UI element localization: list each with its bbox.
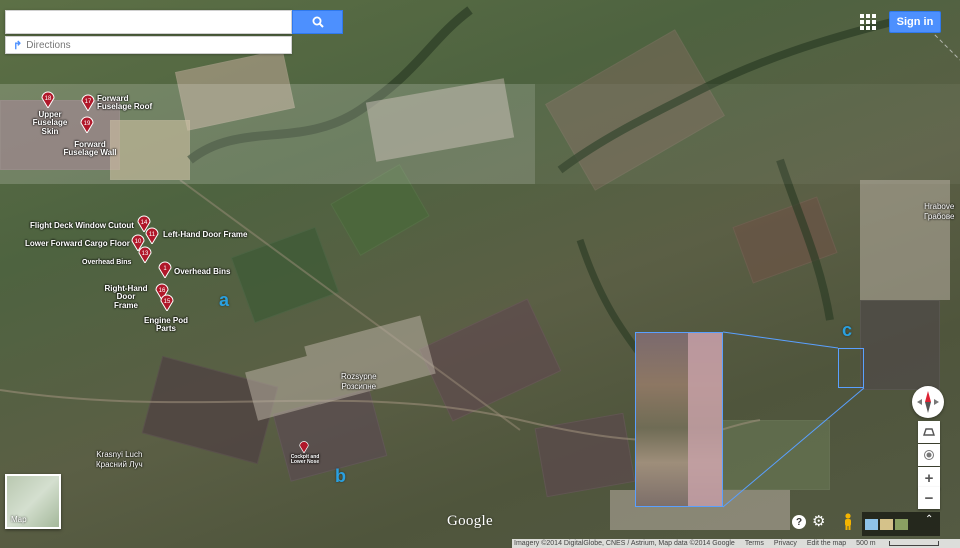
terrain-features	[0, 6, 960, 530]
search-button[interactable]	[292, 10, 343, 34]
my-location-icon	[924, 450, 934, 460]
svg-text:17: 17	[85, 99, 92, 105]
imagery-attribution: Imagery ©2014 DigitalGlobe, CNES / Astri…	[514, 540, 735, 547]
directions-label: Directions	[26, 39, 71, 51]
zoom-in-button[interactable]: +	[918, 467, 940, 489]
google-logo: Google	[447, 513, 493, 529]
scale-label: 500 m	[856, 540, 876, 547]
svg-text:11: 11	[149, 232, 156, 238]
satellite-map[interactable]: 18 17 19 14 11 10 13 1 16 15 Upper Fusel…	[0, 0, 960, 548]
privacy-link[interactable]: Privacy	[774, 540, 797, 547]
debris-pin[interactable]: 13	[138, 245, 152, 264]
inset-road	[688, 333, 722, 506]
label-right-hand-door: Right-Hand Door Frame	[104, 284, 148, 310]
zoom-out-button[interactable]: −	[918, 487, 940, 509]
imagery-band	[535, 84, 960, 184]
my-location-button[interactable]	[918, 444, 940, 466]
svg-text:18: 18	[45, 96, 52, 102]
label-forward-fuselage-wall: Forward Fuselage Wall	[63, 140, 117, 158]
debris-pin[interactable]: 1	[158, 260, 172, 279]
marker-letter-a: a	[219, 290, 230, 310]
place-name-latin: Hrabove	[924, 202, 955, 211]
label-overhead-bins: Overhead Bins	[82, 259, 132, 266]
label-cockpit: Cockpit and Lower Nose	[290, 454, 320, 466]
debris-pin[interactable]: 18	[41, 90, 55, 109]
search-box	[5, 10, 292, 34]
place-hrabove: Hrabove Грабове	[924, 202, 954, 221]
label-lower-forward-cargo: Lower Forward Cargo Floor	[25, 239, 130, 248]
directions-icon: ↱	[13, 39, 23, 52]
place-name-cyrillic: Грабове	[924, 211, 955, 221]
svg-text:19: 19	[84, 121, 91, 127]
directions-link[interactable]: ↱ Directions	[5, 36, 292, 54]
place-name-cyrillic: Розсипне	[341, 381, 377, 391]
label-upper-fuselage: Upper Fuselage Skin	[32, 110, 68, 136]
thumbnail[interactable]	[880, 518, 893, 530]
debris-pin[interactable]: 17	[81, 93, 95, 112]
pegman-icon[interactable]	[843, 513, 853, 531]
svg-text:15: 15	[164, 299, 171, 305]
detail-inset-image	[635, 332, 723, 507]
minimap-label: Map	[11, 515, 27, 524]
svg-text:13: 13	[142, 251, 149, 257]
place-krasnyi-luch: Krasnyi Luch Красний Луч	[96, 450, 143, 469]
help-icon[interactable]: ?	[792, 515, 806, 529]
expand-chevron-icon[interactable]: ⌃	[925, 514, 933, 525]
place-name-latin: Rozsypne	[341, 372, 377, 381]
inset-target-box	[838, 348, 864, 388]
search-icon	[312, 16, 324, 28]
tilt-icon	[923, 428, 935, 436]
compass-icon[interactable]	[912, 386, 944, 418]
place-rozsypne: Rozsypne Розсипне	[341, 372, 377, 391]
label-left-hand-door: Left-Hand Door Frame	[163, 230, 248, 239]
map-type-toggle[interactable]: Map	[5, 474, 61, 529]
thumbnail[interactable]	[865, 518, 878, 530]
place-name-latin: Krasnyi Luch	[96, 450, 143, 459]
label-flight-deck-window: Flight Deck Window Cutout	[30, 221, 134, 230]
map-footer: Imagery ©2014 DigitalGlobe, CNES / Astri…	[512, 539, 960, 548]
edit-map-link[interactable]: Edit the map	[807, 540, 846, 547]
tilt-button[interactable]	[918, 421, 940, 443]
debris-pin[interactable]: 11	[145, 226, 159, 245]
terms-link[interactable]: Terms	[745, 540, 764, 547]
sign-in-button[interactable]: Sign in	[889, 11, 941, 33]
label-engine-pod: Engine Pod Parts	[144, 316, 188, 334]
cockpit-pin[interactable]	[299, 440, 309, 454]
label-forward-fuselage-roof: Forward Fuselage Roof	[97, 94, 153, 112]
debris-pin[interactable]: 15	[160, 293, 174, 312]
label-overhead-bins: Overhead Bins	[174, 267, 231, 276]
marker-letter-b: b	[335, 466, 346, 486]
place-name-cyrillic: Красний Луч	[96, 459, 143, 469]
apps-grid-icon[interactable]	[860, 14, 876, 30]
settings-gear-icon[interactable]: ⚙	[812, 514, 828, 530]
scale-bar	[888, 541, 939, 546]
debris-pin[interactable]: 19	[80, 115, 94, 134]
marker-letter-c: c	[842, 320, 853, 340]
search-input[interactable]	[6, 11, 291, 33]
thumbnail[interactable]	[895, 518, 908, 530]
